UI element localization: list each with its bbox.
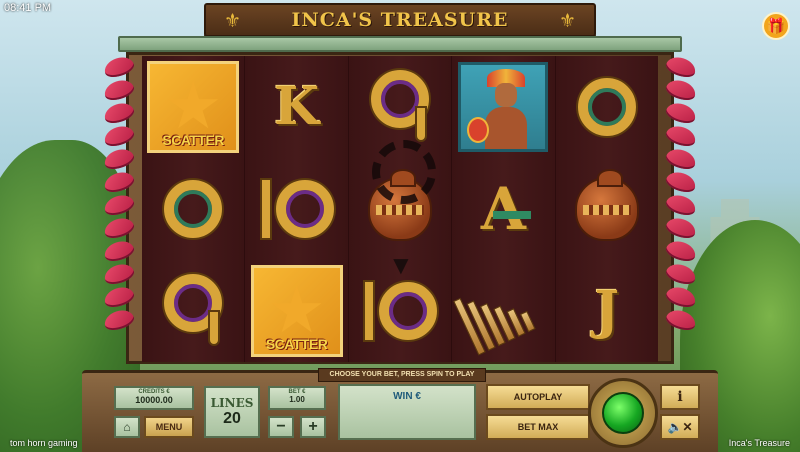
- scatter-symbol: SCATTER: [147, 61, 240, 153]
- a-symbol-band: [492, 211, 531, 219]
- reel-cell: [142, 260, 244, 362]
- sound-toggle-button[interactable]: 🔈✕: [660, 414, 700, 440]
- reel-area: SCATTER K SCATTER A J: [142, 56, 659, 362]
- feather-icon: [663, 191, 699, 219]
- feather-icon: [663, 283, 699, 311]
- menu-button[interactable]: MENU: [144, 416, 194, 438]
- feather-icon: [663, 237, 699, 265]
- lines-value: 20: [223, 410, 241, 427]
- feather-icon: [101, 260, 137, 288]
- feather-icon: [101, 191, 137, 219]
- feather-icon: [101, 53, 137, 81]
- reel-cell: SCATTER: [245, 260, 347, 362]
- reel-cell: [556, 56, 658, 158]
- spin-button-frame: [588, 378, 658, 448]
- win-display: WIN €: [338, 384, 476, 440]
- bet-max-button[interactable]: BET MAX: [486, 414, 590, 440]
- brand-label: tom horn gaming: [10, 438, 78, 448]
- nine-symbol: [371, 70, 430, 144]
- scatter-symbol: SCATTER: [250, 265, 343, 357]
- q-symbol: [577, 78, 636, 136]
- credits-value: 10000.00: [135, 395, 173, 405]
- q-symbol: [164, 180, 223, 238]
- reel-5: J: [555, 56, 659, 362]
- reel-cell: [245, 158, 347, 260]
- lines-display: LINES 20: [204, 386, 260, 438]
- feather-icon: [101, 76, 137, 104]
- gift-icon[interactable]: 🎁: [762, 12, 790, 40]
- feather-icon: [101, 122, 137, 150]
- game-title: INCA'S TREASURE: [291, 9, 509, 31]
- j-symbol: J: [594, 280, 620, 341]
- scatter-label: SCATTER: [265, 336, 328, 352]
- pan-flute-symbol: [453, 266, 554, 356]
- fleur-icon: ⚜: [224, 11, 242, 32]
- arrow-down-icon: ▼: [388, 250, 414, 280]
- reel-cell: SCATTER: [142, 56, 244, 158]
- home-icon: ⌂: [123, 420, 131, 434]
- feather-icon: [663, 260, 699, 288]
- feather-icon: [663, 168, 699, 196]
- spin-button[interactable]: [602, 392, 644, 434]
- feather-icon: [101, 145, 137, 173]
- win-label: WIN €: [393, 391, 421, 402]
- temple-roof: [118, 36, 682, 52]
- feather-column-left: [101, 53, 138, 334]
- ten-symbol: [259, 178, 334, 240]
- mute-icon: 🔈✕: [667, 420, 693, 434]
- credits-display: CREDITS € 10000.00: [114, 386, 194, 410]
- ten-symbol: [363, 280, 438, 342]
- bet-value: 1.00: [289, 395, 305, 404]
- reel-3: [348, 56, 453, 362]
- reel-cell: [556, 158, 658, 260]
- reel-2: K SCATTER: [245, 56, 349, 362]
- reel-4: A: [452, 56, 556, 362]
- title-bar: ⚜ INCA'S TREASURE ⚜: [204, 3, 596, 37]
- feather-column-right: [663, 53, 700, 334]
- feather-icon: [663, 99, 699, 127]
- bet-display: BET € 1.00: [268, 386, 326, 410]
- status-time: 08:41 PM: [4, 2, 52, 14]
- reel-cell: [452, 260, 554, 362]
- feather-icon: [663, 214, 699, 242]
- feather-icon: [663, 53, 699, 81]
- clay-pot-symbol: [574, 169, 639, 241]
- k-symbol: K: [274, 76, 320, 137]
- a-symbol-label: A: [480, 175, 526, 243]
- feather-icon: [663, 145, 699, 173]
- target-icon: [372, 140, 436, 204]
- reel-cell: K: [245, 56, 347, 158]
- autoplay-button[interactable]: AUTOPLAY: [486, 384, 590, 410]
- reel-cell: [452, 56, 554, 158]
- reel-cell: A: [452, 158, 554, 260]
- feather-icon: [101, 99, 137, 127]
- reel-1: SCATTER: [142, 56, 246, 362]
- inca-warrior-symbol: [458, 62, 549, 152]
- feather-icon: [101, 237, 137, 265]
- home-button[interactable]: ⌂: [114, 416, 140, 438]
- lines-label: LINES: [210, 396, 254, 410]
- feather-icon: [663, 122, 699, 150]
- sun-icon: [168, 81, 219, 129]
- sun-icon: [271, 285, 322, 333]
- feather-icon: [663, 76, 699, 104]
- bet-increase-button[interactable]: +: [300, 416, 326, 438]
- feather-icon: [101, 168, 137, 196]
- reel-cell: J: [556, 260, 658, 362]
- fleur-icon: ⚜: [558, 11, 576, 32]
- reel-cell: [142, 158, 244, 260]
- feather-icon: [101, 214, 137, 242]
- nine-symbol: [164, 274, 223, 348]
- bet-decrease-button[interactable]: −: [268, 416, 294, 438]
- scatter-label: SCATTER: [162, 132, 224, 148]
- a-symbol: A: [480, 175, 531, 243]
- info-button[interactable]: i: [660, 384, 700, 410]
- feather-icon: [101, 283, 137, 311]
- status-message: CHOOSE YOUR BET, PRESS SPIN TO PLAY: [318, 368, 486, 382]
- game-name-label: Inca's Treasure: [728, 438, 790, 448]
